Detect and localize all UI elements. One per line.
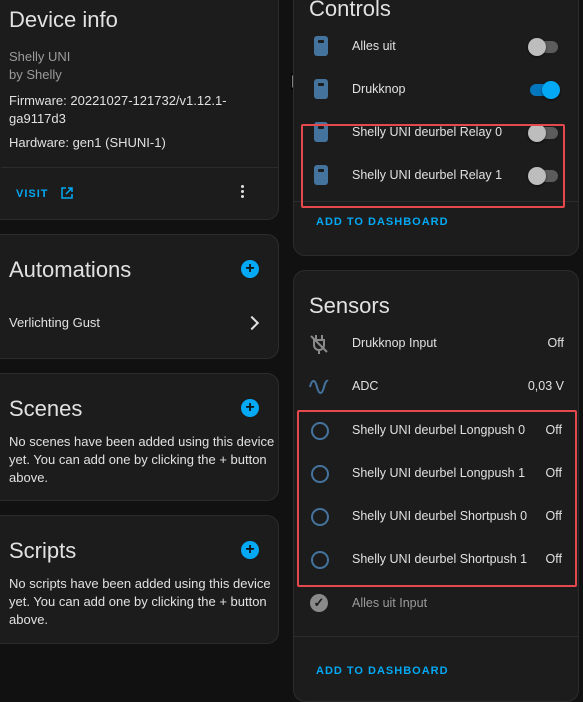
scripts-empty-text-3: above. (9, 612, 49, 627)
automations-title: Automations (9, 257, 132, 282)
sensor-value: Off (547, 336, 564, 350)
visit-button[interactable]: VISIT (16, 187, 73, 200)
controls-card: Controls Alles uit Drukknop Shelly UNI d… (293, 0, 579, 256)
scenes-empty-text-1: No scenes have been added using this dev… (9, 434, 275, 449)
sensor-row-shortpush-1[interactable]: Shelly UNI deurbel Shortpush 1 Off (294, 538, 578, 581)
device-icon (314, 79, 328, 99)
toggle-switch[interactable] (528, 81, 560, 99)
scripts-empty-text-2: yet. You can add one by clicking the + b… (9, 594, 267, 609)
sensor-value: Off (545, 552, 562, 566)
scenes-title: Scenes (9, 396, 83, 421)
toggle-switch[interactable] (528, 38, 558, 56)
sensor-label: Shelly UNI deurbel Shortpush 1 (352, 552, 528, 566)
sensor-row-shortpush-0[interactable]: Shelly UNI deurbel Shortpush 0 Off (294, 495, 578, 538)
sensor-label: Shelly UNI deurbel Longpush 1 (352, 466, 526, 480)
sensor-label: ADC (352, 379, 379, 393)
toggle-switch[interactable] (528, 167, 558, 185)
sensor-label: Shelly UNI deurbel Shortpush 0 (352, 509, 528, 523)
sensors-divider (294, 636, 578, 637)
chevron-right-icon[interactable] (244, 315, 260, 331)
scenes-empty-text-3: above. (9, 470, 49, 485)
toggle-switch[interactable] (528, 124, 558, 142)
sensor-value: 0,03 V (527, 379, 564, 393)
visit-label: VISIT (16, 188, 49, 200)
add-automation-icon[interactable]: + (241, 260, 259, 278)
sensor-label: Shelly UNI deurbel Longpush 0 (352, 423, 526, 437)
scripts-title: Scripts (9, 538, 77, 563)
sensor-row-drukknop-input[interactable]: Drukknop Input Off (294, 322, 578, 365)
scenes-empty-text-2: yet. You can add one by clicking the + b… (9, 452, 267, 467)
device-info-card: Device info Shelly UNI by Shelly Firmwar… (0, 0, 279, 220)
sensor-label: Drukknop Input (352, 336, 437, 350)
sensor-value: Off (545, 466, 562, 480)
add-script-icon[interactable]: + (241, 541, 259, 559)
more-options-icon[interactable] (241, 185, 245, 200)
sensor-value: Off (545, 509, 562, 523)
sensor-row-adc[interactable]: ADC 0,03 V (294, 365, 578, 408)
device-icon (314, 36, 328, 56)
circle-outline-icon (311, 465, 329, 483)
sensors-add-to-dashboard-button[interactable]: ADD TO DASHBOARD (316, 665, 449, 677)
device-icon (314, 122, 328, 142)
hardware-info: Hardware: gen1 (SHUNI-1) (9, 135, 166, 150)
device-info-title: Device info (9, 7, 118, 32)
controls-divider (294, 201, 578, 202)
scenes-card: Scenes + No scenes have been added using… (0, 373, 279, 501)
automations-card: Automations + Verlichting Gust (0, 234, 279, 359)
circle-outline-icon (311, 508, 329, 526)
sensor-row-alles-uit-input[interactable]: ✓ Alles uit Input (294, 582, 578, 625)
sensor-row-longpush-1[interactable]: Shelly UNI deurbel Longpush 1 Off (294, 452, 578, 495)
controls-add-to-dashboard-button[interactable]: ADD TO DASHBOARD (316, 216, 449, 228)
control-label: Shelly UNI deurbel Relay 0 (352, 125, 503, 139)
control-row-alles-uit[interactable]: Alles uit (294, 25, 578, 68)
add-scene-icon[interactable]: + (241, 399, 259, 417)
sensors-card: Sensors Drukknop Input Off ADC 0,03 V Sh… (293, 270, 579, 702)
sine-wave-icon (309, 379, 329, 394)
control-label: Shelly UNI deurbel Relay 1 (352, 168, 503, 182)
device-info-divider (1, 167, 278, 168)
device-manufacturer: by Shelly (9, 67, 62, 82)
scripts-empty-text-1: No scripts have been added using this de… (9, 576, 271, 591)
control-row-relay-1[interactable]: Shelly UNI deurbel Relay 1 (294, 154, 578, 197)
device-icon (314, 165, 328, 185)
sensor-row-longpush-0[interactable]: Shelly UNI deurbel Longpush 0 Off (294, 409, 578, 452)
check-circle-icon: ✓ (310, 594, 328, 612)
circle-outline-icon (311, 551, 329, 569)
scripts-card: Scripts + No scripts have been added usi… (0, 515, 279, 644)
controls-title: Controls (309, 0, 391, 21)
automation-item[interactable]: Verlichting Gust (9, 315, 100, 330)
sensor-label: Alles uit Input (352, 596, 428, 610)
open-external-icon (60, 187, 73, 199)
device-model: Shelly UNI (9, 49, 71, 64)
circle-outline-icon (311, 422, 329, 440)
control-label: Alles uit (352, 39, 396, 53)
sensor-value: Off (545, 423, 562, 437)
control-label: Drukknop (352, 82, 406, 96)
sensors-title: Sensors (309, 293, 390, 318)
power-plug-off-icon (310, 335, 328, 354)
firmware-line-2: ga9117d3 (9, 111, 66, 126)
firmware-line-1: Firmware: 20221027-121732/v1.12.1- (9, 93, 227, 108)
control-row-relay-0[interactable]: Shelly UNI deurbel Relay 0 (294, 111, 578, 154)
control-row-drukknop[interactable]: Drukknop (294, 68, 578, 111)
